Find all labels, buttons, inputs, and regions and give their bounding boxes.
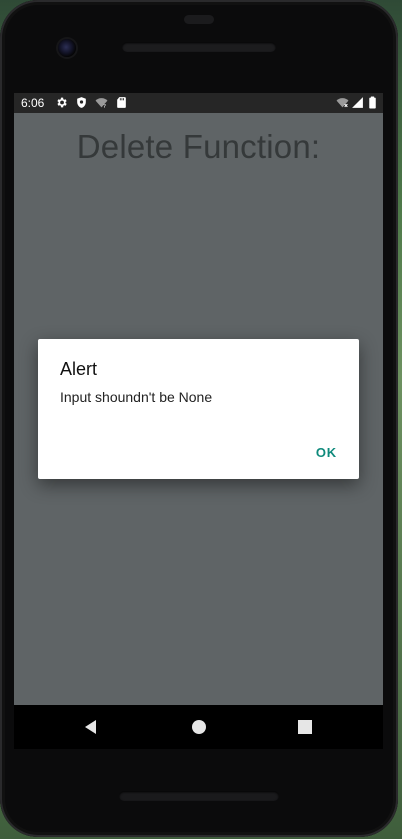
front-camera: [58, 39, 76, 57]
home-icon[interactable]: [189, 717, 209, 737]
recents-icon[interactable]: [295, 717, 315, 737]
battery-icon: [369, 96, 376, 109]
page-title: Delete Function:: [76, 128, 321, 165]
status-bar: 6:06 ?: [14, 93, 383, 113]
sd-card-icon: [117, 97, 126, 108]
cellular-signal-icon: [352, 97, 363, 108]
phone-frame: 6:06 ? Delete Function: Alert Input shou…: [0, 0, 398, 837]
wifi-unknown-icon: ?: [95, 98, 108, 109]
navigation-bar: [14, 705, 383, 749]
dialog-message: Input shoundn't be None: [60, 389, 213, 405]
phone-screen: 6:06 ? Delete Function: Alert Input shou…: [14, 93, 383, 705]
status-time: 6:06: [21, 96, 45, 110]
earpiece-speaker: [122, 42, 276, 52]
bottom-speaker: [119, 791, 279, 801]
app-content: Delete Function: Alert Input shoundn't b…: [14, 113, 383, 705]
ok-button[interactable]: OK: [316, 445, 337, 460]
alert-dialog: Alert Input shoundn't be None OK: [38, 339, 359, 479]
shield-icon: [77, 97, 86, 108]
top-sensor: [184, 15, 214, 24]
back-icon[interactable]: [81, 717, 101, 737]
dialog-title: Alert: [60, 359, 98, 379]
svg-text:?: ?: [103, 104, 106, 109]
wifi-no-internet-icon: [336, 98, 349, 108]
settings-icon: [57, 97, 67, 108]
